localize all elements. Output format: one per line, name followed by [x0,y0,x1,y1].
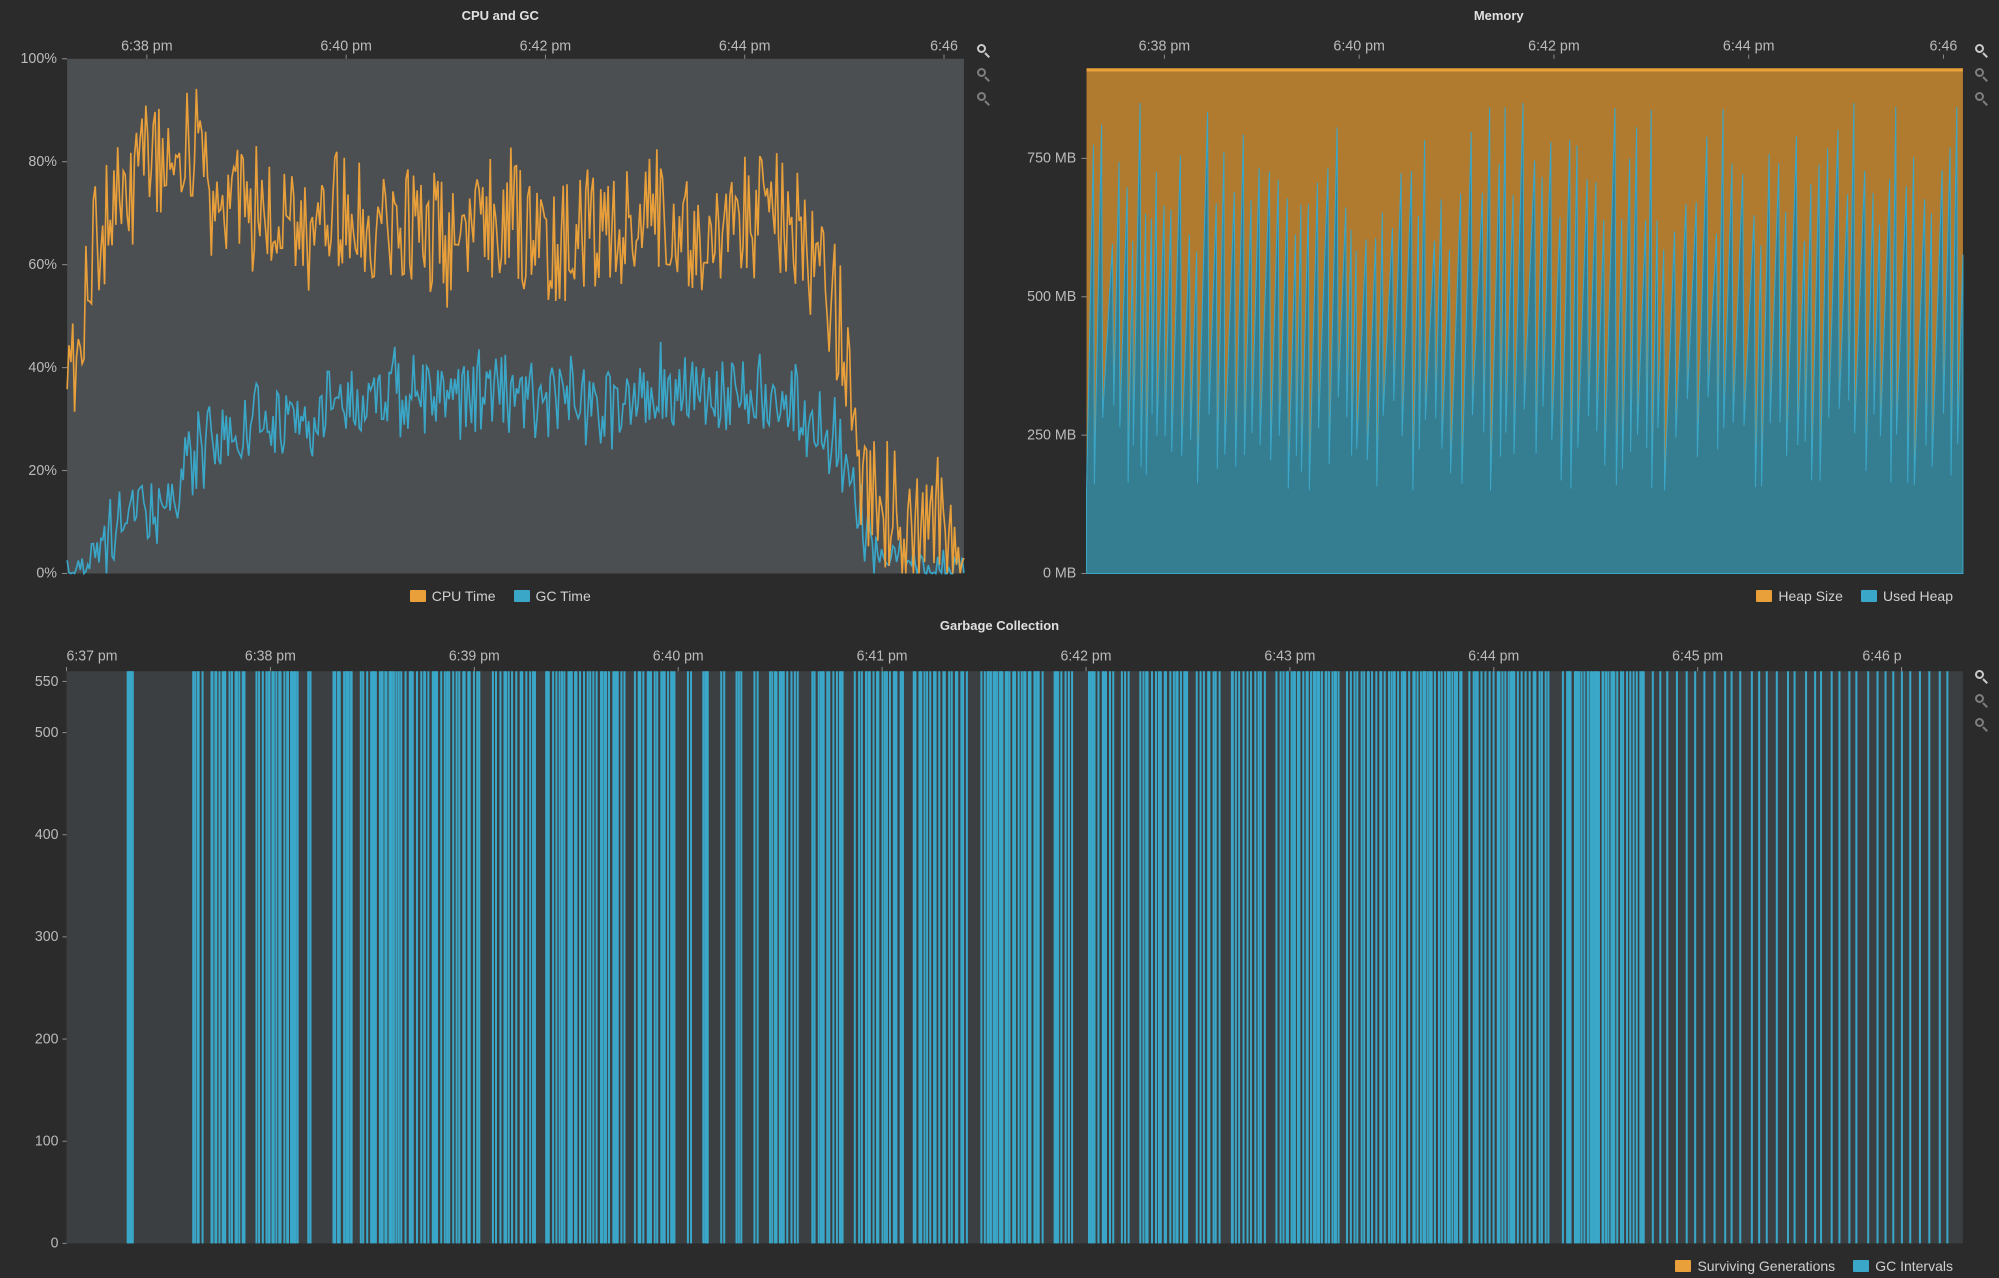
svg-text:550: 550 [35,673,59,690]
zoom-controls-memory: + − [1973,42,1991,108]
svg-text:6:42 pm: 6:42 pm [1528,38,1580,54]
svg-text:60%: 60% [28,257,57,273]
memory-panel: Memory + − 6:38 pm6:40 pm6:42 pm6:44 pm6… [1005,6,1994,606]
zoom-controls-cpu: + − [975,42,993,108]
legend-label: Surviving Generations [1697,1258,1835,1274]
legend-swatch-orange [1756,590,1772,602]
cpu-gc-chart[interactable]: 6:38 pm 6:40 pm 6:42 pm 6:44 pm 6:46 0% 20% 40%… [6,29,995,582]
legend-memory: Heap Size Used Heap [1005,582,1994,606]
svg-text:250 MB: 250 MB [1027,427,1076,443]
legend-item-cpu-time: CPU Time [410,588,496,604]
zoom-reset-button[interactable] [975,90,993,108]
svg-text:6:43 pm: 6:43 pm [1264,648,1315,665]
memory-chart[interactable]: 6:38 pm 6:40 pm 6:42 pm 6:44 pm 6:46 0 MB 250 … [1005,29,1994,582]
svg-text:6:38 pm: 6:38 pm [1138,38,1190,54]
panel-title-gc: Garbage Collection [6,616,1993,639]
svg-text:20%: 20% [28,463,57,479]
legend-item-gc-time: GC Time [514,588,591,604]
svg-text:6:37 pm: 6:37 pm [67,648,118,665]
svg-text:6:42 pm: 6:42 pm [1061,648,1112,665]
legend-label: GC Time [536,588,591,604]
svg-text:6:40 pm: 6:40 pm [1333,38,1385,54]
svg-text:200: 200 [35,1031,59,1048]
legend-swatch-blue [514,590,530,602]
legend-swatch-blue [1853,1260,1869,1272]
svg-text:6:38 pm: 6:38 pm [121,38,173,54]
svg-text:80%: 80% [28,154,57,170]
profiler-dashboard: CPU and GC + − 6:38 pm 6:40 pm 6:42 pm 6:44… [0,0,1999,1278]
zoom-controls-gc: + − [1973,668,1991,734]
svg-text:6:46: 6:46 [1929,38,1957,54]
gc-panel: Garbage Collection + − 6:37 pm6:38 pm6:3… [6,616,1993,1276]
svg-text:750 MB: 750 MB [1027,150,1076,166]
zoom-out-button[interactable]: − [975,66,993,84]
svg-text:0: 0 [51,1235,59,1252]
zoom-in-button[interactable]: + [1973,668,1991,686]
legend-cpu: CPU Time GC Time [6,582,995,606]
legend-item-surviving-generations: Surviving Generations [1675,1258,1835,1274]
legend-swatch-blue [1861,590,1877,602]
legend-label: GC Intervals [1875,1258,1953,1274]
legend-swatch-orange [1675,1260,1691,1272]
svg-text:6:44 pm: 6:44 pm [1722,38,1774,54]
svg-text:6:46: 6:46 [930,38,958,54]
svg-text:6:46 p: 6:46 p [1862,648,1901,665]
legend-label: Heap Size [1778,588,1843,604]
legend-swatch-orange [410,590,426,602]
svg-text:6:39 pm: 6:39 pm [449,648,500,665]
svg-text:6:44 pm: 6:44 pm [719,38,771,54]
svg-text:6:45 pm: 6:45 pm [1672,648,1723,665]
zoom-out-button[interactable]: − [1973,66,1991,84]
legend-gc: Surviving Generations GC Intervals [6,1252,1993,1276]
legend-item-heap-size: Heap Size [1756,588,1843,604]
svg-text:6:40 pm: 6:40 pm [653,648,704,665]
svg-text:0 MB: 0 MB [1043,565,1076,581]
svg-text:300: 300 [35,929,59,946]
zoom-reset-button[interactable] [1973,716,1991,734]
zoom-in-button[interactable]: + [1973,42,1991,60]
panel-title-cpu: CPU and GC [6,6,995,29]
svg-text:0%: 0% [36,565,57,581]
svg-text:40%: 40% [28,360,57,376]
legend-item-gc-intervals: GC Intervals [1853,1258,1953,1274]
svg-text:100%: 100% [20,51,57,67]
legend-label: CPU Time [432,588,496,604]
svg-text:6:44 pm: 6:44 pm [1468,648,1519,665]
zoom-out-button[interactable]: − [1973,692,1991,710]
cpu-gc-panel: CPU and GC + − 6:38 pm 6:40 pm 6:42 pm 6:44… [6,6,995,606]
zoom-in-button[interactable]: + [975,42,993,60]
svg-text:500 MB: 500 MB [1027,289,1076,305]
svg-text:400: 400 [35,827,59,844]
zoom-reset-button[interactable] [1973,90,1991,108]
panel-title-memory: Memory [1005,6,1994,29]
gc-chart[interactable]: 6:37 pm 6:38 pm 6:39 pm 6:40 pm 6:41 pm 6:42 … [6,639,1993,1252]
svg-text:6:41 pm: 6:41 pm [857,648,908,665]
svg-text:500: 500 [35,724,59,741]
svg-text:6:38 pm: 6:38 pm [245,648,296,665]
legend-item-used-heap: Used Heap [1861,588,1953,604]
svg-text:100: 100 [35,1133,59,1150]
svg-text:6:40 pm: 6:40 pm [320,38,372,54]
svg-text:6:42 pm: 6:42 pm [520,38,572,54]
legend-label: Used Heap [1883,588,1953,604]
